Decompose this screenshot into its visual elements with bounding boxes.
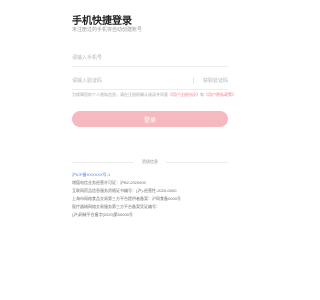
- agreement-notice: 为保障您的个人隐私信息，请在注册前确认阅读并同意《用户注册协议》和《用户隐私政策…: [72, 92, 236, 97]
- code-field-container: 获取验证码: [72, 73, 228, 90]
- login-panel: 手机快捷登录 未注册过的手机将自动创建账号 获取验证码 为保障您的个人隐私信息，…: [0, 0, 300, 300]
- footer-line-drug-info-certificate: 互联网药品信息服务资格证书编号：(沪)-经营性-2020-0000: [72, 188, 177, 193]
- user-agreement-link[interactable]: 《用户注册协议》: [168, 92, 200, 97]
- login-button[interactable]: 登录: [72, 111, 228, 127]
- privacy-policy-link[interactable]: 《用户隐私政策》: [204, 92, 236, 97]
- qualification-divider: 资质信息: [72, 158, 228, 166]
- qualification-info: 沪ICP备XXXXXX号-1 增值电信业务经营许可证：沪B2-2020000 互…: [72, 171, 232, 219]
- page-subtitle: 未注册过的手机将自动创建账号: [72, 27, 143, 33]
- icp-link[interactable]: 沪ICP备XXXXXX号-1: [72, 171, 232, 179]
- agreement-prefix: 为保障您的个人隐私信息，请在注册前确认阅读并同意: [72, 92, 168, 97]
- footer-line-medical-device-number: (沪)网械平台备字[2020]第00000号: [72, 212, 133, 217]
- phone-field-container: [72, 50, 228, 67]
- verification-code-input[interactable]: [72, 75, 202, 87]
- divider-line-right: [166, 162, 228, 163]
- footer-line-medical-device-filing: 医疗器械网络交易服务第三方平台备案凭证编号：: [72, 204, 160, 209]
- phone-input[interactable]: [72, 52, 202, 64]
- page-title: 手机快捷登录: [72, 16, 132, 27]
- footer-line-telecom-license: 增值电信业务经营许可证：沪B2-2020000: [72, 180, 146, 185]
- footer-line-food-platform-filing: 上海市网络食品交易第三方平台提供者备案：沪网食备0000号: [72, 196, 181, 201]
- get-code-button[interactable]: 获取验证码: [203, 77, 228, 84]
